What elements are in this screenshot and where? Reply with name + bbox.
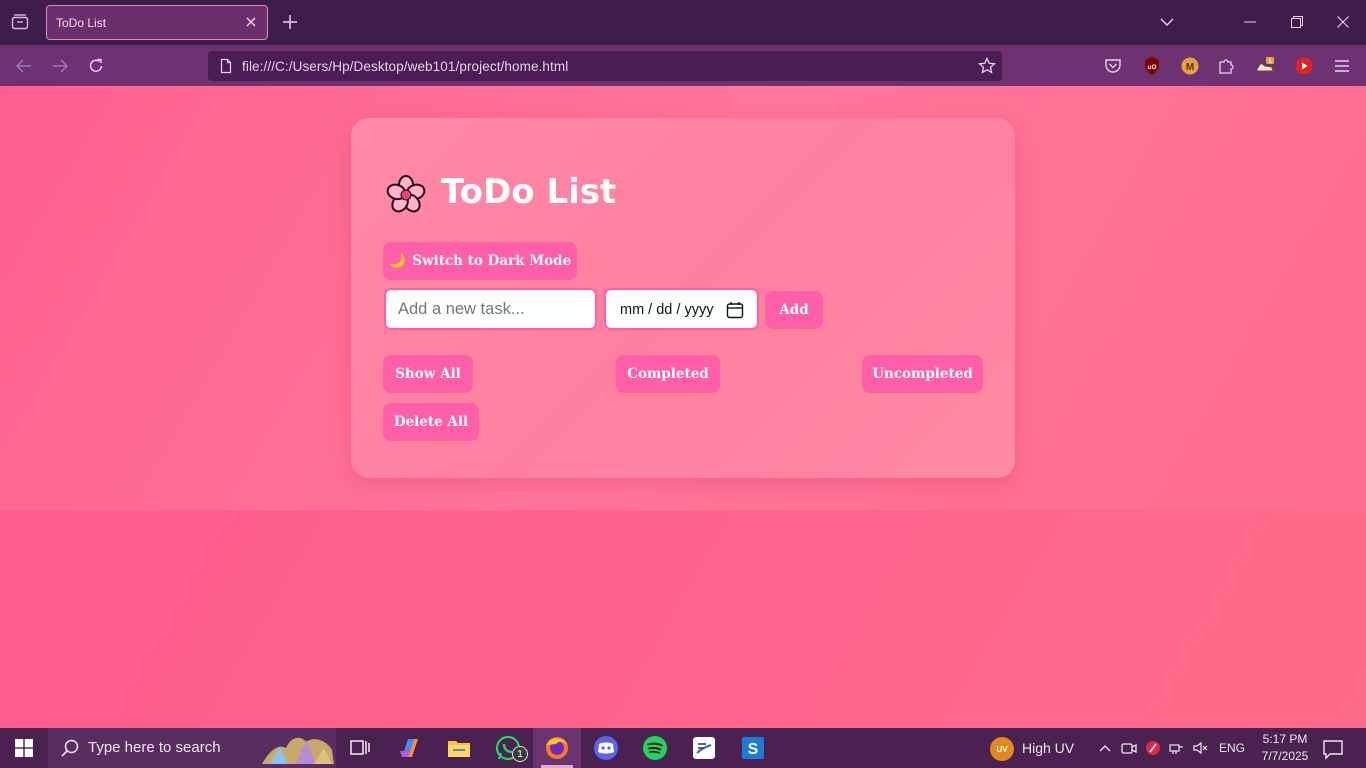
todo-card: ToDo List 🌙 Switch to Dark Mode mm / dd …: [351, 118, 1015, 478]
filter-completed-button[interactable]: Completed: [616, 355, 720, 393]
whatsapp-badge: 1: [512, 746, 528, 762]
file-explorer-icon[interactable]: [435, 728, 483, 768]
page-title: ToDo List: [441, 172, 617, 212]
extensions-puzzle-icon[interactable]: [1215, 55, 1237, 77]
task-view-icon[interactable]: [336, 728, 384, 768]
list-all-tabs-icon[interactable]: [1155, 10, 1179, 34]
clock-time: 5:17 PM: [1262, 732, 1308, 746]
menu-hamburger-icon[interactable]: [1331, 55, 1353, 77]
browser-nav-bar: file:///C:/Users/Hp/Desktop/web101/proje…: [0, 45, 1366, 86]
windows-start-icon[interactable]: [0, 728, 48, 768]
calendar-icon[interactable]: [726, 301, 744, 319]
ublock-origin-icon[interactable]: uO: [1141, 55, 1163, 77]
url-text: file:///C:/Users/Hp/Desktop/web101/proje…: [242, 59, 569, 74]
notepad-app-icon[interactable]: [680, 728, 728, 768]
antivirus-tray-icon[interactable]: [1144, 739, 1162, 757]
s-app-icon[interactable]: S: [729, 728, 777, 768]
forward-icon[interactable]: [48, 54, 72, 78]
date-placeholder: mm / dd / yyyy: [620, 302, 714, 318]
add-task-button[interactable]: Add: [765, 291, 823, 329]
page-background: ToDo List 🌙 Switch to Dark Mode mm / dd …: [0, 86, 1366, 728]
filter-uncompleted-button[interactable]: Uncompleted: [862, 355, 983, 393]
bookmark-star-icon[interactable]: [978, 57, 996, 75]
dark-mode-label: Switch to Dark Mode: [412, 253, 572, 269]
svg-text:uO: uO: [1147, 64, 1156, 71]
volume-muted-icon[interactable]: [1192, 739, 1210, 757]
spotify-icon[interactable]: [631, 728, 679, 768]
weather-uv-icon[interactable]: UV: [990, 737, 1014, 761]
windows-taskbar: Type here to search 1 S UV High UV ENG 5…: [0, 728, 1366, 768]
cherry-blossom-icon: [386, 175, 426, 213]
input-language[interactable]: ENG: [1219, 741, 1245, 755]
network-tray-icon[interactable]: [1168, 739, 1186, 757]
crescent-moon-icon: 🌙: [388, 253, 407, 269]
delete-all-button[interactable]: Delete All: [383, 403, 479, 441]
search-placeholder: Type here to search: [88, 739, 221, 756]
close-window-icon[interactable]: [1331, 10, 1355, 34]
youtube-icon[interactable]: [1293, 55, 1315, 77]
restore-icon[interactable]: [1285, 10, 1309, 34]
page-icon: [220, 58, 232, 74]
reload-icon[interactable]: [84, 54, 108, 78]
back-icon[interactable]: [12, 54, 36, 78]
close-tab-icon[interactable]: [243, 14, 259, 30]
page-lower-band: [0, 510, 1366, 728]
show-hidden-icons-chevron-icon[interactable]: [1096, 739, 1114, 757]
weather-text[interactable]: High UV: [1022, 740, 1074, 756]
firefox-icon[interactable]: [533, 728, 581, 768]
tab-title: ToDo List: [56, 16, 107, 30]
m-extension-icon[interactable]: M: [1179, 55, 1201, 77]
taskbar-search-box[interactable]: Type here to search: [48, 728, 336, 768]
copilot-icon[interactable]: [386, 728, 434, 768]
discord-icon[interactable]: [582, 728, 630, 768]
address-bar[interactable]: file:///C:/Users/Hp/Desktop/web101/proje…: [208, 51, 1002, 81]
new-task-input[interactable]: [384, 288, 597, 330]
system-clock[interactable]: 5:17 PM 7/7/2025: [1252, 731, 1318, 765]
new-tab-icon[interactable]: [280, 12, 300, 32]
notification-center-icon[interactable]: [1322, 738, 1344, 760]
svg-text:M: M: [1186, 62, 1194, 73]
minimize-icon[interactable]: [1238, 10, 1262, 34]
shoe-extension-icon[interactable]: 1: [1254, 55, 1276, 77]
tab-list-icon[interactable]: [8, 10, 32, 34]
svg-text:S: S: [748, 741, 759, 758]
search-highlight-illustration: [262, 737, 334, 764]
browser-tab-active[interactable]: ToDo List: [46, 5, 268, 40]
pocket-icon[interactable]: [1102, 55, 1124, 77]
search-icon: [61, 739, 79, 757]
dark-mode-toggle-button[interactable]: 🌙 Switch to Dark Mode: [383, 242, 577, 280]
due-date-input[interactable]: mm / dd / yyyy: [604, 288, 759, 330]
filter-show-all-button[interactable]: Show All: [383, 355, 473, 393]
camera-tray-icon[interactable]: [1120, 739, 1138, 757]
browser-tab-bar: ToDo List: [0, 0, 1366, 45]
whatsapp-icon[interactable]: 1: [484, 728, 532, 768]
clock-date: 7/7/2025: [1261, 749, 1309, 763]
